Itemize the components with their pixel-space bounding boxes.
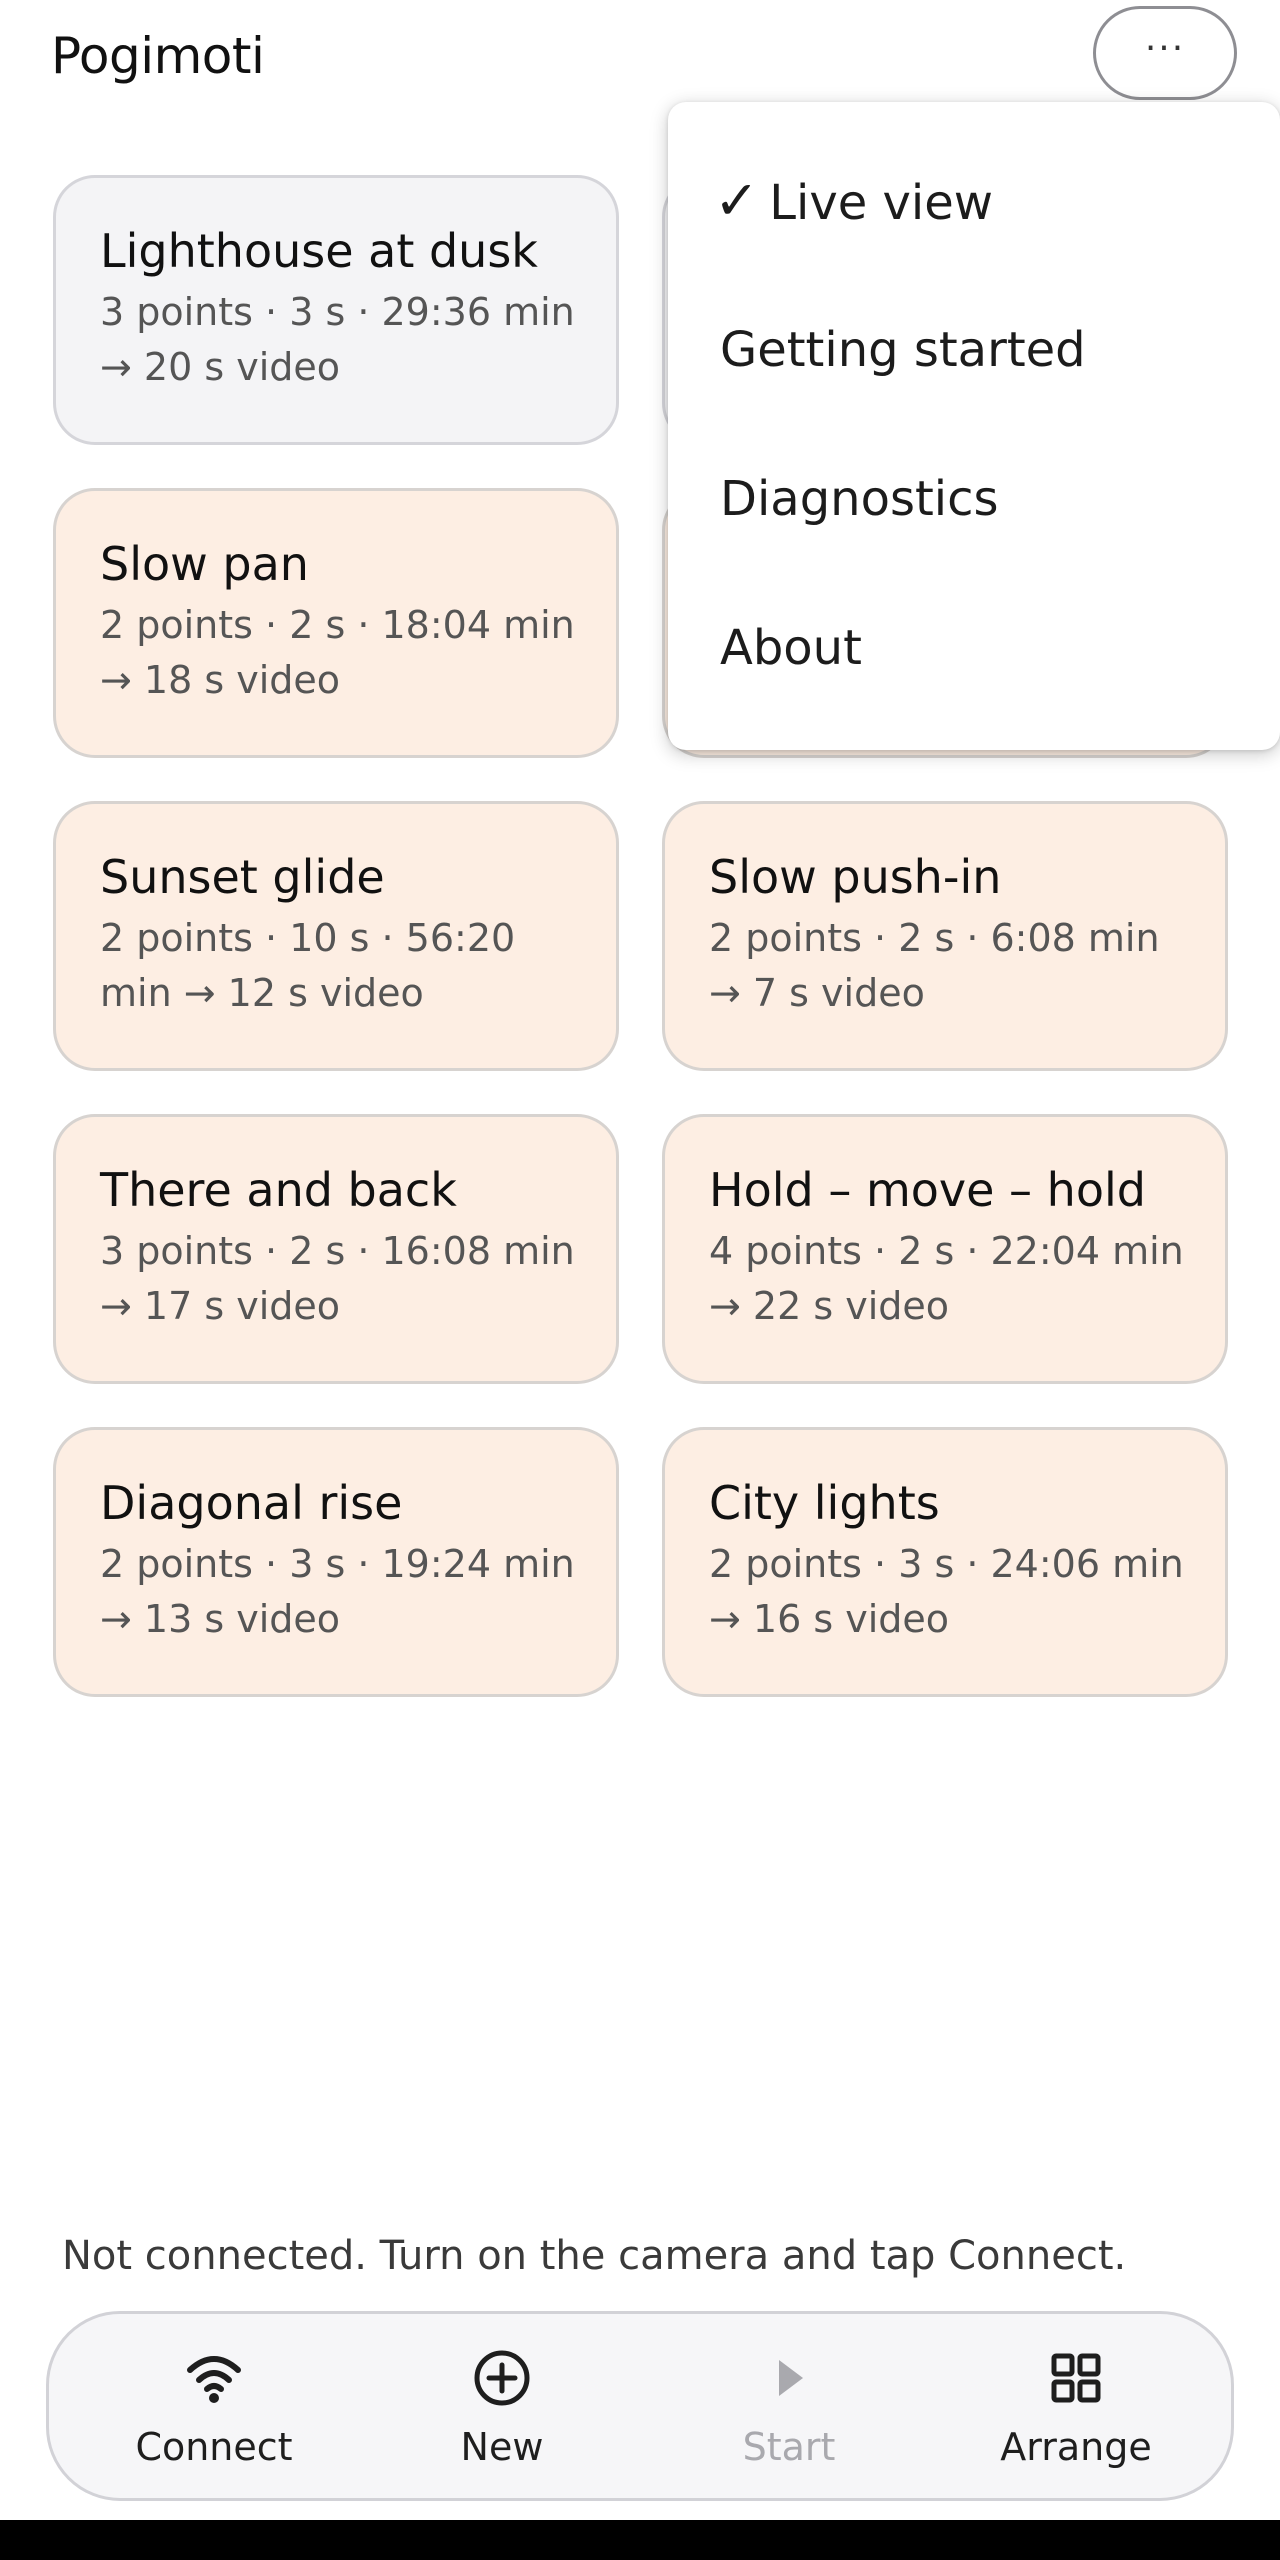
plus-circle-icon xyxy=(470,2346,534,2410)
overflow-menu-button[interactable]: ··· xyxy=(1093,6,1237,100)
app-title: Pogimoti xyxy=(51,27,265,85)
sequence-card[interactable]: Hold – move – hold 4 points · 2 s · 22:0… xyxy=(662,1114,1228,1384)
sequence-card[interactable]: Sunset glide 2 points · 10 s · 56:20 min… xyxy=(53,801,619,1071)
menu-item-about[interactable]: About xyxy=(668,593,1280,742)
new-label: New xyxy=(460,2425,544,2469)
wifi-icon xyxy=(182,2346,246,2410)
check-icon: ✓ xyxy=(714,169,760,232)
sequence-card-title: Slow pan xyxy=(100,537,309,591)
sequence-card[interactable]: Slow push-in 2 points · 2 s · 6:08 min →… xyxy=(662,801,1228,1071)
menu-item-live-view[interactable]: ✓ Live view xyxy=(668,146,1280,295)
start-label: Start xyxy=(742,2425,836,2469)
app-screen: Pogimoti ··· Lighthouse at dusk 3 points… xyxy=(0,0,1280,2520)
sequence-card[interactable]: Lighthouse at dusk 3 points · 3 s · 29:3… xyxy=(53,175,619,445)
sequence-card-meta: 2 points · 2 s · 6:08 min → 7 s video xyxy=(709,916,1160,1015)
menu-item-label: Diagnostics xyxy=(720,471,999,527)
new-button[interactable]: New xyxy=(382,2314,622,2498)
sequence-card-title: Sunset glide xyxy=(100,850,385,904)
play-icon xyxy=(757,2346,821,2410)
sequence-card-meta: 2 points · 2 s · 18:04 min → 18 s video xyxy=(100,603,575,702)
sequence-card-title: Hold – move – hold xyxy=(709,1163,1146,1217)
sequence-card[interactable]: Diagonal rise 2 points · 3 s · 19:24 min… xyxy=(53,1427,619,1697)
bottom-toolbar: Connect New Start Arrange xyxy=(46,2311,1234,2501)
sequence-card-title: Lighthouse at dusk xyxy=(100,224,538,278)
sequence-card-title: There and back xyxy=(100,1163,457,1217)
connect-label: Connect xyxy=(135,2425,293,2469)
more-horizontal-icon: ··· xyxy=(1144,28,1186,69)
sequence-card-meta: 2 points · 3 s · 24:06 min → 16 s video xyxy=(709,1542,1184,1641)
menu-item-getting-started[interactable]: Getting started xyxy=(668,295,1280,444)
sequence-card-meta: 2 points · 10 s · 56:20 min → 12 s video xyxy=(100,916,516,1015)
overflow-menu: ✓ Live view Getting started Diagnostics A… xyxy=(668,102,1280,750)
start-button[interactable]: Start xyxy=(669,2314,909,2498)
menu-item-label: Getting started xyxy=(720,322,1086,378)
sequence-card[interactable]: There and back 3 points · 2 s · 16:08 mi… xyxy=(53,1114,619,1384)
menu-item-label: Live view xyxy=(769,175,994,231)
sequence-card[interactable]: Slow pan 2 points · 2 s · 18:04 min → 18… xyxy=(53,488,619,758)
connection-status: Not connected. Turn on the camera and ta… xyxy=(62,2233,1127,2279)
sequence-card-title: Diagonal rise xyxy=(100,1476,403,1530)
menu-item-label: About xyxy=(720,620,862,676)
arrange-button[interactable]: Arrange xyxy=(956,2314,1196,2498)
sequence-card-title: City lights xyxy=(709,1476,940,1530)
sequence-card[interactable]: City lights 2 points · 3 s · 24:06 min →… xyxy=(662,1427,1228,1697)
arrange-label: Arrange xyxy=(1000,2425,1152,2469)
sequence-card-meta: 3 points · 2 s · 16:08 min → 17 s video xyxy=(100,1229,575,1328)
sequence-card-title: Slow push-in xyxy=(709,850,1002,904)
sequence-card-meta: 4 points · 2 s · 22:04 min → 22 s video xyxy=(709,1229,1184,1328)
menu-item-diagnostics[interactable]: Diagnostics xyxy=(668,444,1280,593)
connect-button[interactable]: Connect xyxy=(94,2314,334,2498)
sequence-card-meta: 3 points · 3 s · 29:36 min → 20 s video xyxy=(100,290,575,389)
sequence-card-meta: 2 points · 3 s · 19:24 min → 13 s video xyxy=(100,1542,575,1641)
grid-icon xyxy=(1044,2346,1108,2410)
